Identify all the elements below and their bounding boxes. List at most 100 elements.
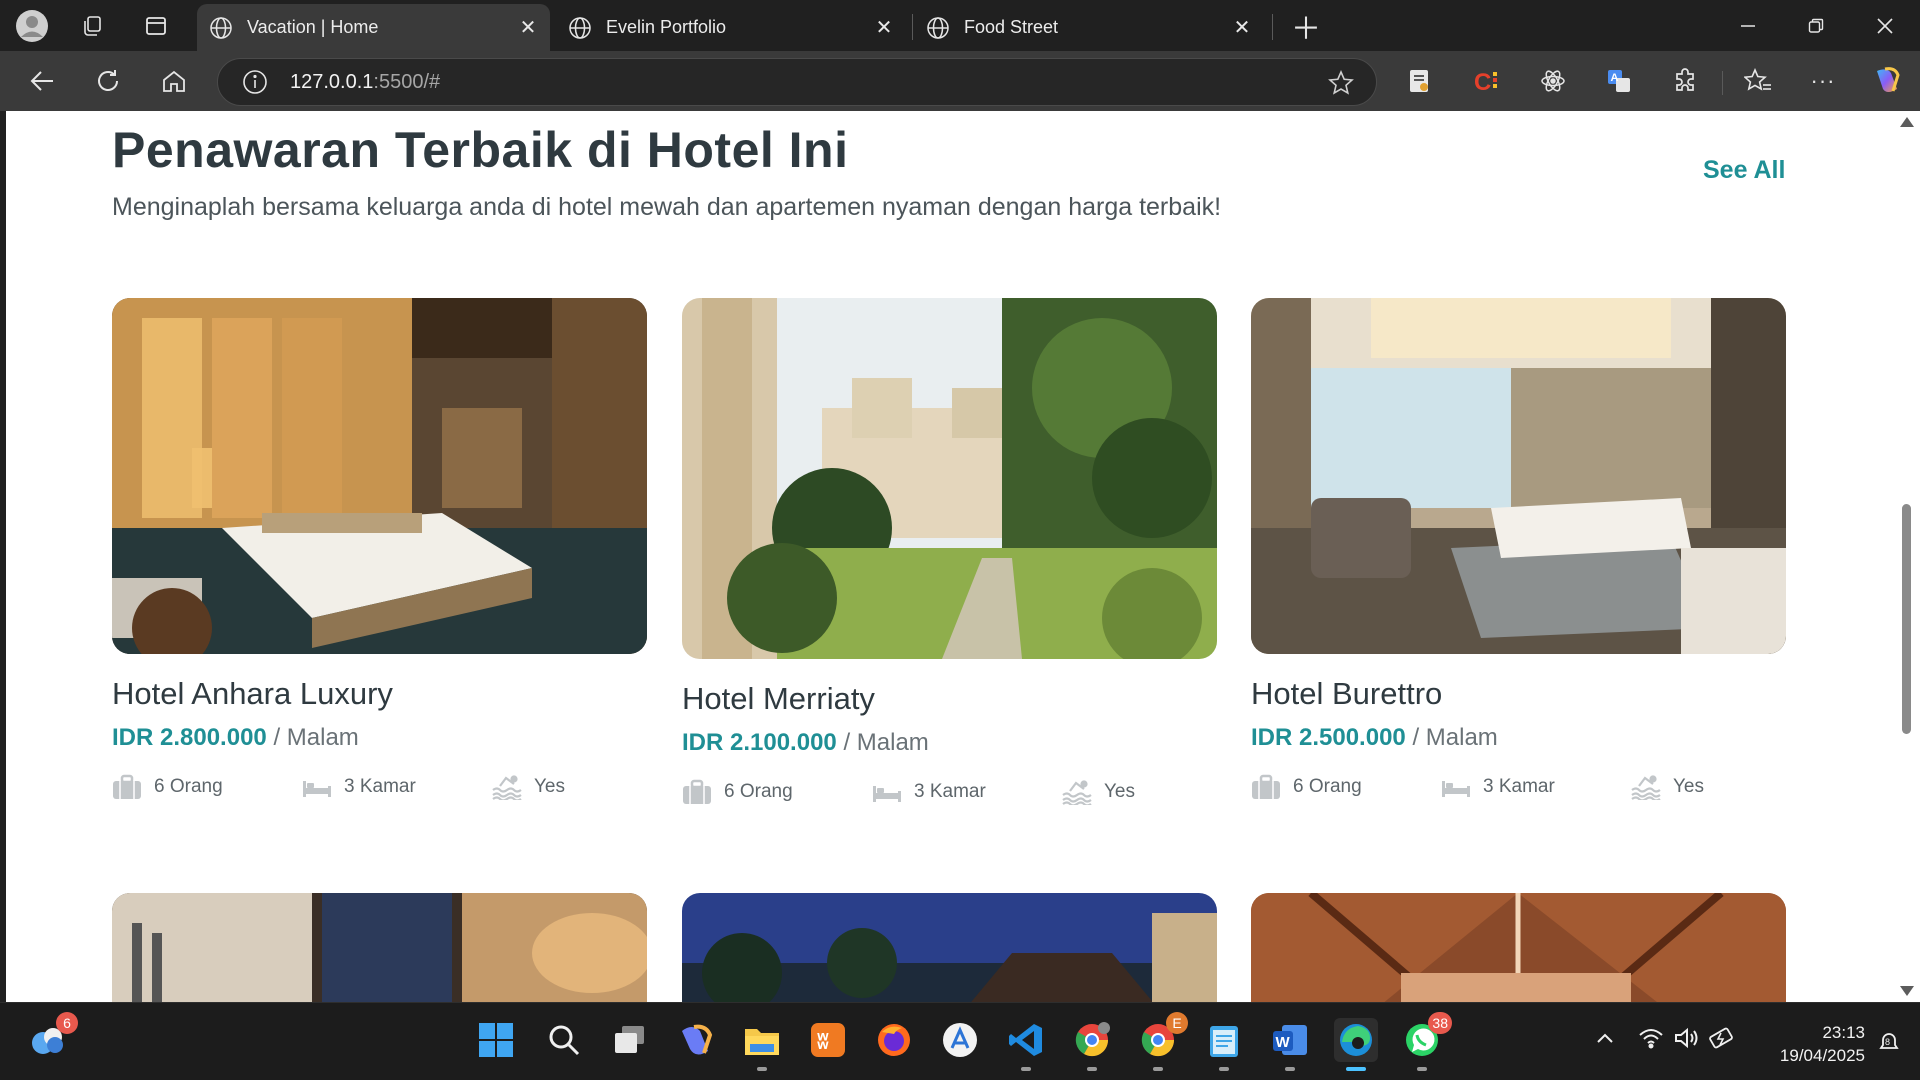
globe-icon bbox=[569, 16, 591, 39]
copilot-taskbar-icon[interactable] bbox=[674, 1018, 718, 1062]
back-icon[interactable] bbox=[22, 63, 62, 99]
firefox-icon[interactable] bbox=[872, 1018, 916, 1062]
feature-guests: 6 Orang bbox=[112, 774, 223, 800]
hotel-card[interactable]: Hotel Merriaty IDR 2.100.000 / Malam 6 O… bbox=[682, 298, 1217, 809]
hotel-card[interactable] bbox=[112, 893, 647, 1002]
tab-close-icon[interactable]: ✕ bbox=[872, 16, 896, 40]
hotel-photo-suite[interactable] bbox=[1251, 298, 1786, 654]
react-devtools-icon[interactable] bbox=[1536, 64, 1570, 98]
wifi-icon[interactable] bbox=[1636, 1023, 1666, 1053]
widgets-icon[interactable]: 6 bbox=[26, 1012, 78, 1062]
page-viewport: Penawaran Terbaik di Hotel Ini Menginapl… bbox=[6, 111, 1892, 1002]
url-host: 127.0.0.1 bbox=[290, 70, 374, 93]
scroll-down-arrow[interactable] bbox=[1900, 986, 1914, 996]
more-icon[interactable]: ··· bbox=[1806, 64, 1840, 98]
guest-count: 6 Orang bbox=[154, 776, 223, 797]
hotel-name[interactable]: Hotel Merriaty bbox=[682, 681, 1217, 717]
bed-icon bbox=[1442, 781, 1470, 797]
clock-date: 19/04/2025 bbox=[1779, 1046, 1865, 1065]
new-tab-icon[interactable]: ＋ bbox=[1288, 8, 1324, 46]
xampp-icon[interactable]: ʬ bbox=[806, 1018, 850, 1062]
svg-text:ʬ: ʬ bbox=[817, 1029, 829, 1054]
notification-count: 8 bbox=[1885, 1037, 1890, 1047]
notification-bell-icon[interactable]: 8 bbox=[1874, 1027, 1904, 1057]
svg-text:W: W bbox=[1276, 1034, 1291, 1051]
hotel-card[interactable] bbox=[682, 893, 1217, 1002]
address-bar[interactable]: 127.0.0.1:5500/# bbox=[217, 58, 1377, 106]
task-view-icon[interactable] bbox=[608, 1018, 652, 1062]
clock[interactable]: 23:13 19/04/2025 bbox=[1745, 1021, 1865, 1067]
clock-time: 23:13 bbox=[1822, 1023, 1865, 1042]
globe-icon bbox=[927, 16, 949, 39]
search-icon[interactable] bbox=[542, 1018, 586, 1062]
hotel-name[interactable]: Hotel Anhara Luxury bbox=[112, 676, 647, 712]
windows-taskbar: 6 ʬ E W 38 23:13 19/04/2025 8 bbox=[0, 1002, 1920, 1080]
volume-icon[interactable] bbox=[1672, 1023, 1702, 1053]
hotel-features: 6 Orang 3 Kamar Yes bbox=[1251, 774, 1786, 804]
refresh-icon[interactable] bbox=[88, 63, 128, 99]
see-all-link[interactable]: See All bbox=[1703, 156, 1785, 185]
svg-text:A: A bbox=[1611, 72, 1619, 84]
reader-extension-icon[interactable] bbox=[1402, 64, 1436, 98]
chevron-up-icon[interactable] bbox=[1590, 1023, 1620, 1053]
feature-guests: 6 Orang bbox=[1251, 774, 1362, 800]
file-explorer-icon[interactable] bbox=[740, 1018, 784, 1071]
copilot-icon[interactable] bbox=[1870, 64, 1904, 98]
hotel-price: IDR 2.100.000 bbox=[682, 729, 837, 756]
extensions-icon[interactable] bbox=[1668, 64, 1702, 98]
notepad-icon[interactable] bbox=[1202, 1018, 1246, 1071]
profile-icon[interactable] bbox=[14, 8, 50, 44]
luggage-icon bbox=[683, 779, 711, 804]
guest-count: 6 Orang bbox=[1293, 776, 1362, 797]
tab-vacation-home[interactable]: Vacation | Home ✕ bbox=[197, 4, 550, 51]
whatsapp-icon[interactable]: 38 bbox=[1400, 1012, 1452, 1071]
hotel-photo-bedroom[interactable] bbox=[112, 298, 647, 654]
room-count: 3 Kamar bbox=[344, 776, 416, 797]
minimize-icon[interactable] bbox=[1713, 0, 1783, 51]
edge-icon[interactable] bbox=[1334, 1018, 1378, 1071]
info-icon[interactable] bbox=[242, 69, 268, 95]
feature-rooms: 3 Kamar bbox=[872, 779, 986, 805]
tab-evelin-portfolio[interactable]: Evelin Portfolio ✕ bbox=[556, 4, 906, 51]
scroll-thumb[interactable] bbox=[1902, 504, 1911, 734]
chrome-profile-icon[interactable]: E bbox=[1136, 1012, 1188, 1071]
pool-available: Yes bbox=[1673, 776, 1704, 797]
room-count: 3 Kamar bbox=[914, 781, 986, 802]
appstore-icon[interactable] bbox=[938, 1018, 982, 1062]
word-icon[interactable]: W bbox=[1268, 1018, 1312, 1071]
translate-extension-icon[interactable]: A bbox=[1602, 64, 1636, 98]
page-scrollbar[interactable] bbox=[1892, 111, 1920, 1002]
feature-pool: Yes bbox=[1631, 774, 1704, 800]
close-icon[interactable] bbox=[1850, 0, 1920, 51]
favorites-icon[interactable] bbox=[1741, 64, 1775, 98]
home-icon[interactable] bbox=[154, 63, 194, 99]
tab-food-street[interactable]: Food Street ✕ bbox=[914, 4, 1264, 51]
chrome-icon[interactable] bbox=[1070, 1018, 1114, 1071]
hotel-features: 6 Orang 3 Kamar Yes bbox=[682, 779, 1217, 809]
hotel-price: IDR 2.800.000 bbox=[112, 724, 267, 751]
hotel-photo-garden[interactable] bbox=[682, 298, 1217, 659]
hotel-name[interactable]: Hotel Burettro bbox=[1251, 676, 1786, 712]
restore-icon[interactable] bbox=[1781, 0, 1851, 51]
scroll-up-arrow[interactable] bbox=[1900, 117, 1914, 127]
hotel-card[interactable]: Hotel Burettro IDR 2.500.000 / Malam 6 O… bbox=[1251, 298, 1786, 804]
start-icon[interactable] bbox=[474, 1018, 518, 1062]
section-subtitle: Menginaplah bersama keluarga anda di hot… bbox=[112, 193, 1222, 221]
pool-icon bbox=[1062, 780, 1092, 805]
hotel-card[interactable] bbox=[1251, 893, 1786, 1002]
hotel-photo-resort[interactable] bbox=[682, 893, 1217, 1002]
colorzilla-extension-icon[interactable]: C bbox=[1470, 64, 1504, 98]
browser-tab-bar: Vacation | Home ✕ Evelin Portfolio ✕ Foo… bbox=[0, 0, 1920, 51]
workspaces-icon[interactable] bbox=[74, 8, 110, 44]
vscode-icon[interactable] bbox=[1004, 1018, 1048, 1071]
hotel-card[interactable]: Hotel Anhara Luxury IDR 2.800.000 / Mala… bbox=[112, 298, 647, 804]
hotel-photo-lobby[interactable] bbox=[112, 893, 647, 1002]
hotel-photo-wood-ceiling[interactable] bbox=[1251, 893, 1786, 1002]
feature-pool: Yes bbox=[1062, 779, 1135, 805]
tab-close-icon[interactable]: ✕ bbox=[1230, 16, 1254, 40]
favorite-star-icon[interactable] bbox=[1328, 70, 1354, 96]
tab-close-icon[interactable]: ✕ bbox=[516, 16, 540, 40]
chrome-profile-badge: E bbox=[1166, 1012, 1188, 1034]
tab-actions-icon[interactable] bbox=[138, 8, 174, 44]
battery-icon[interactable] bbox=[1708, 1023, 1738, 1053]
